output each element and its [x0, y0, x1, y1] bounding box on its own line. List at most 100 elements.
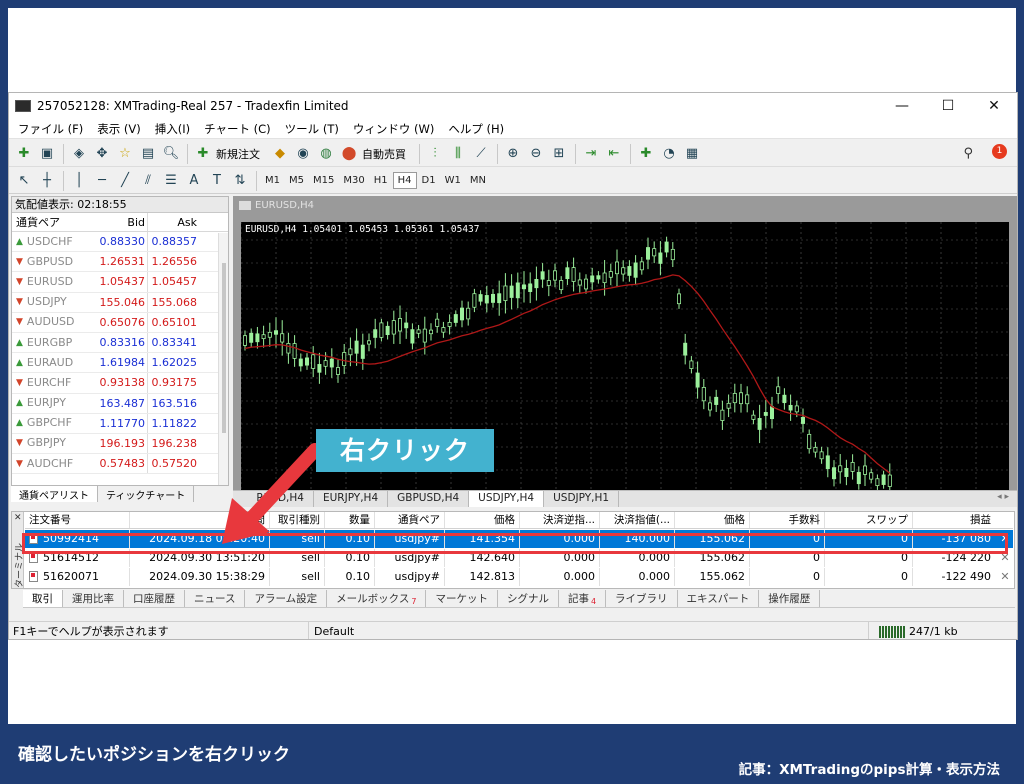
terminal-tab[interactable]: メールボックス 7 — [327, 590, 427, 607]
terminal-tab[interactable]: 操作履歴 — [759, 590, 821, 607]
col-commission[interactable]: 手数料 — [750, 512, 825, 528]
cursor-icon[interactable]: ↖ — [13, 171, 35, 191]
timeframe-h4[interactable]: H4 — [392, 172, 417, 189]
terminal-tab[interactable]: 記事 4 — [559, 590, 607, 607]
arrows-icon[interactable]: ⇅ — [229, 171, 251, 191]
text-label-icon[interactable]: T — [206, 171, 228, 191]
terminal-tab[interactable]: マーケット — [426, 590, 498, 607]
menu-file[interactable]: ファイル (F) — [11, 121, 90, 137]
terminal-tab[interactable]: ニュース — [185, 590, 246, 607]
timeframe-m1[interactable]: M1 — [261, 173, 284, 188]
navigator-icon[interactable]: ☆ — [114, 144, 136, 164]
close-position-icon[interactable]: ✕ — [997, 568, 1013, 586]
terminal-tab[interactable]: 運用比率 — [63, 590, 124, 607]
fibonacci-icon[interactable]: ☰ — [160, 171, 182, 191]
terminal-tab[interactable]: シグナル — [498, 590, 559, 607]
tile-windows-icon[interactable]: ⊞ — [548, 144, 570, 164]
market-watch-row[interactable]: ▲ EURAUD 1.61984 1.62025 — [12, 353, 228, 374]
menu-insert[interactable]: 挿入(I) — [148, 121, 197, 137]
crosshair-icon[interactable]: ┼ — [36, 171, 58, 191]
col-sl[interactable]: 決済逆指... — [520, 512, 600, 528]
market-watch-row[interactable]: ▲ EURJPY 163.487 163.516 — [12, 393, 228, 414]
auto-trade-icon[interactable]: ⬤ — [338, 144, 360, 164]
menu-view[interactable]: 表示 (V) — [90, 121, 148, 137]
market-watch-row[interactable]: ▲ USDCHF 0.88330 0.88357 — [12, 232, 228, 253]
text-icon[interactable]: A — [183, 171, 205, 191]
terminal-tab[interactable]: アラーム設定 — [245, 590, 328, 607]
menu-help[interactable]: ヘルプ (H) — [441, 121, 511, 137]
col-symbol[interactable]: 通貨ペア — [12, 213, 98, 231]
market-watch-row[interactable]: ▼ USDJPY 155.046 155.068 — [12, 292, 228, 313]
timeframe-m5[interactable]: M5 — [285, 173, 308, 188]
chart-tab-gbpusd[interactable]: GBPUSD,H4 — [388, 491, 470, 507]
timeframe-h1[interactable]: H1 — [370, 173, 392, 188]
new-chart-icon[interactable]: ✚ — [13, 144, 35, 164]
menu-chart[interactable]: チャート (C) — [197, 121, 278, 137]
market-watch-row[interactable]: ▼ EURCHF 0.93138 0.93175 — [12, 373, 228, 394]
col-price[interactable]: 価格 — [445, 512, 520, 528]
terminal-tab[interactable]: エキスパート — [678, 590, 760, 607]
channel-icon[interactable]: ⫽ — [137, 171, 159, 191]
chart-tab-usdjpy-h4[interactable]: USDJPY,H4 — [469, 491, 545, 507]
search-icon[interactable]: ⚲ — [963, 146, 973, 161]
new-order-icon[interactable]: ✚ — [192, 144, 214, 164]
new-order-button[interactable]: 新規注文 — [215, 146, 263, 162]
col-ask[interactable]: Ask — [148, 213, 200, 231]
tester-icon[interactable]: 🔍︎ — [160, 144, 182, 164]
col-symbol[interactable]: 通貨ペア — [375, 512, 445, 528]
vertical-line-icon[interactable]: │ — [68, 171, 90, 191]
col-tp[interactable]: 決済指値(... — [600, 512, 675, 528]
market-watch-icon[interactable]: ◈ — [68, 144, 90, 164]
periods-icon[interactable]: ◔ — [658, 144, 680, 164]
menu-tools[interactable]: ツール (T) — [278, 121, 346, 137]
close-button[interactable]: ✕ — [971, 93, 1017, 119]
col-ticket[interactable]: 注文番号 — [25, 512, 130, 528]
timeframe-mn[interactable]: MN — [466, 173, 490, 188]
col-current-price[interactable]: 価格 — [675, 512, 750, 528]
zoom-out-icon[interactable]: ⊖ — [525, 144, 547, 164]
chart-tab-usdjpy-h1[interactable]: USDJPY,H1 — [544, 491, 620, 507]
chart-tabs-scroll-icon[interactable]: ◂ ▸ — [997, 492, 1009, 502]
terminal-tab[interactable]: ライブラリ — [606, 590, 678, 607]
market-watch-row[interactable]: ▼ GBPJPY 196.193 196.238 — [12, 433, 228, 455]
auto-scroll-icon[interactable]: ⇥ — [580, 144, 602, 164]
market-watch-row[interactable]: ▲ GBPCHF 1.11770 1.11822 — [12, 413, 228, 434]
zoom-in-icon[interactable]: ⊕ — [502, 144, 524, 164]
trade-row[interactable]: 51620071 2024.09.30 15:38:29 sell 0.10 usdjp… — [25, 568, 1013, 586]
maximize-button[interactable]: ☐ — [925, 93, 971, 119]
market-watch-row[interactable]: ▼ EURUSD 1.05437 1.05457 — [12, 272, 228, 293]
terminal-icon[interactable]: ▤ — [137, 144, 159, 164]
market-watch-row[interactable]: ▼ GBPUSD 1.26531 1.26556 — [12, 252, 228, 273]
metaeditor-icon[interactable]: ◆ — [269, 144, 291, 164]
col-bid[interactable]: Bid — [98, 213, 148, 231]
menu-window[interactable]: ウィンドウ (W) — [346, 121, 442, 137]
status-profile[interactable]: Default — [309, 622, 869, 639]
market-watch-row[interactable]: ▲ EURGBP 0.83316 0.83341 — [12, 332, 228, 354]
timeframe-m30[interactable]: M30 — [339, 173, 368, 188]
line-chart-icon[interactable]: ⟋ — [470, 144, 492, 164]
horizontal-line-icon[interactable]: ─ — [91, 171, 113, 191]
terminal-close-icon[interactable]: ✕ — [14, 513, 22, 523]
globe-icon[interactable]: ◍ — [315, 144, 337, 164]
chart-shift-icon[interactable]: ⇤ — [603, 144, 625, 164]
minimize-button[interactable]: — — [879, 93, 925, 119]
terminal-tab[interactable]: 口座履歴 — [124, 590, 185, 607]
timeframe-w1[interactable]: W1 — [441, 173, 465, 188]
notification-icon[interactable]: 1 — [985, 144, 1007, 164]
tab-tick-chart[interactable]: ティックチャート — [98, 486, 195, 502]
timeframe-m15[interactable]: M15 — [309, 173, 338, 188]
market-watch-row[interactable]: ▼ AUDCHF 0.57483 0.57520 — [12, 454, 228, 475]
bar-chart-icon[interactable]: ⫶ — [424, 144, 446, 164]
col-profit[interactable]: 損益 — [913, 512, 997, 528]
data-window-icon[interactable]: ✥ — [91, 144, 113, 164]
tab-symbol-list[interactable]: 通貨ペアリスト — [11, 486, 98, 502]
timeframe-d1[interactable]: D1 — [418, 173, 440, 188]
candlestick-icon[interactable]: ⫼ — [447, 144, 469, 164]
indicators-icon[interactable]: ✚ — [635, 144, 657, 164]
trendline-icon[interactable]: ╱ — [114, 171, 136, 191]
terminal-tab[interactable]: 取引 — [23, 590, 63, 607]
col-swap[interactable]: スワップ — [825, 512, 913, 528]
market-watch-row[interactable]: ▼ AUDUSD 0.65076 0.65101 — [12, 312, 228, 333]
community-icon[interactable]: ◉ — [292, 144, 314, 164]
auto-trade-button[interactable]: 自動売買 — [361, 146, 409, 162]
